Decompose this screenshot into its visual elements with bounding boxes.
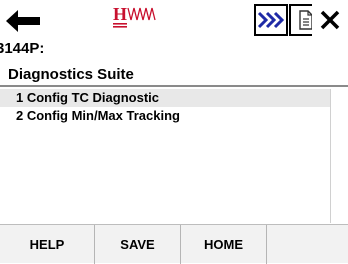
scroll-track	[330, 89, 331, 223]
save-button[interactable]: SAVE	[94, 225, 180, 264]
menu-title: Diagnostics Suite	[8, 66, 134, 83]
back-button[interactable]	[6, 10, 42, 32]
softkey-bar: HELP SAVE HOME	[0, 224, 348, 264]
forward-icon	[257, 11, 285, 29]
hart-logo: H	[113, 4, 161, 34]
blank-softkey[interactable]	[266, 225, 348, 264]
home-button[interactable]: HOME	[180, 225, 266, 264]
help-button[interactable]: HELP	[0, 225, 94, 264]
forward-button[interactable]	[254, 4, 288, 36]
title-divider	[0, 85, 348, 87]
menu-item-config-tc-diagnostic[interactable]: 1 Config TC Diagnostic	[0, 89, 330, 107]
menu-item-config-min-max-tracking[interactable]: 2 Config Min/Max Tracking	[0, 107, 348, 125]
device-tag: 3144P:	[0, 40, 45, 57]
hart-logo-icon: H	[113, 4, 156, 28]
back-arrow-icon	[6, 10, 40, 32]
close-button[interactable]	[312, 4, 348, 36]
title-bar: H	[0, 0, 348, 40]
menu-list: 1 Config TC Diagnostic 2 Config Min/Max …	[0, 89, 348, 125]
svg-text:H: H	[113, 4, 127, 24]
close-icon	[320, 10, 340, 30]
